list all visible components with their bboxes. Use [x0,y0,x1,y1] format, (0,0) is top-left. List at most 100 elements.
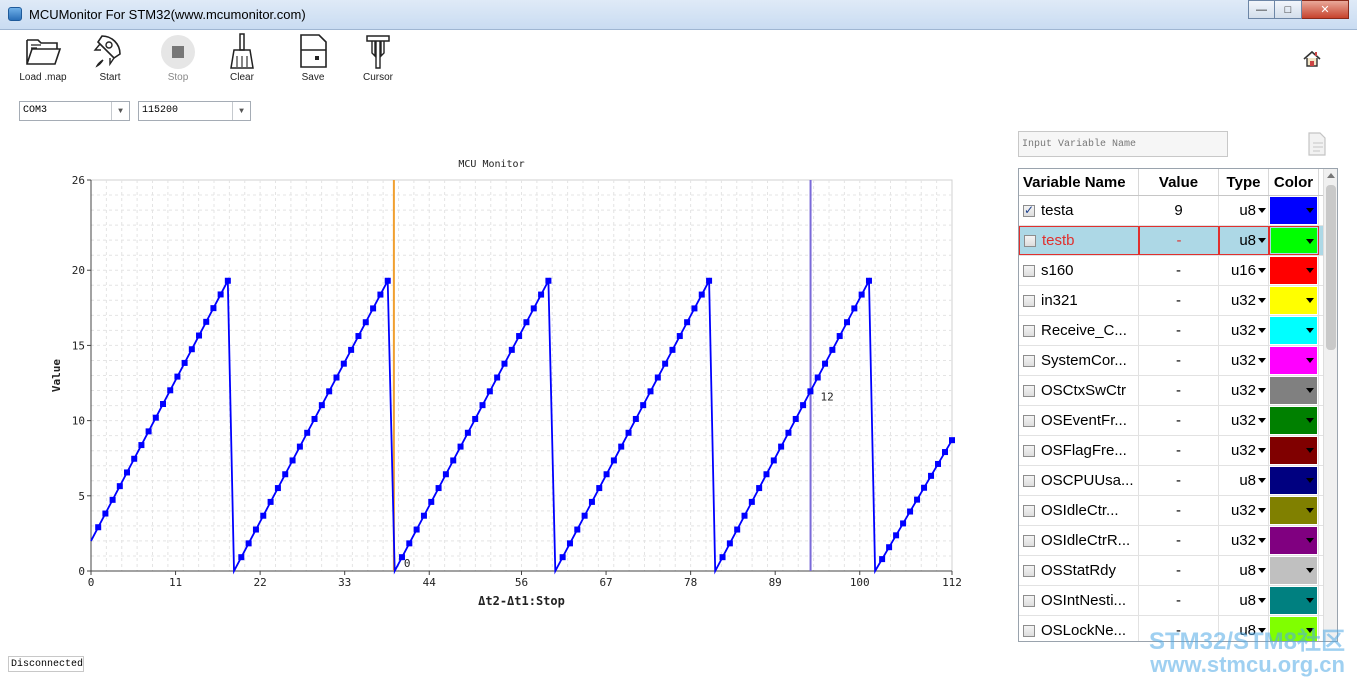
type-select[interactable]: u16 [1219,256,1269,285]
start-button[interactable]: Start [80,32,140,88]
home-icon[interactable] [1301,48,1323,70]
table-row[interactable]: s160 - u16 [1019,256,1337,286]
plot-checkbox[interactable] [1023,384,1035,397]
type-select[interactable]: u8 [1219,226,1269,255]
table-row[interactable]: in321 - u32 [1019,286,1337,316]
color-select[interactable] [1269,586,1319,615]
table-row[interactable]: OSIdleCtrR... - u32 [1019,526,1337,556]
header-color[interactable]: Color [1269,169,1319,195]
variable-name-cell[interactable]: OSCtxSwCtr [1019,376,1139,405]
variable-name-input[interactable]: Input Variable Name [1018,131,1228,157]
type-select[interactable]: u32 [1219,316,1269,345]
plot-checkbox[interactable] [1023,534,1035,547]
variable-name-cell[interactable]: OSIdleCtr... [1019,496,1139,525]
table-row[interactable]: OSEventFr... - u32 [1019,406,1337,436]
variable-name-cell[interactable]: OSEventFr... [1019,406,1139,435]
plot-checkbox[interactable] [1023,324,1035,337]
variable-value: - [1139,256,1219,285]
scroll-thumb[interactable] [1326,185,1336,350]
table-row[interactable]: testb - u8 [1019,226,1337,256]
color-select[interactable] [1269,256,1319,285]
color-select[interactable] [1269,196,1319,225]
type-select[interactable]: u8 [1219,196,1269,225]
add-variable-icon[interactable] [1305,131,1329,157]
plot-checkbox[interactable] [1023,504,1035,517]
table-row[interactable]: OSStatRdy - u8 [1019,556,1337,586]
color-select[interactable] [1269,286,1319,315]
plot-checkbox[interactable] [1023,203,1035,217]
color-select[interactable] [1269,316,1319,345]
plot-checkbox[interactable] [1023,264,1035,277]
color-select[interactable] [1269,436,1319,465]
variable-name-cell[interactable]: OSIntNesti... [1019,586,1139,615]
table-row[interactable]: OSIdleCtr... - u32 [1019,496,1337,526]
data-point [217,291,224,298]
type-select[interactable]: u32 [1219,526,1269,555]
type-select[interactable]: u32 [1219,406,1269,435]
plot-checkbox[interactable] [1023,474,1035,487]
variable-name-cell[interactable]: s160 [1019,256,1139,285]
variable-name-cell[interactable]: testa [1019,196,1139,225]
plot-checkbox[interactable] [1023,354,1035,367]
maximize-button[interactable]: □ [1275,0,1302,19]
com-port-select[interactable]: COM3 ▼ [19,101,130,121]
type-select[interactable]: u32 [1219,286,1269,315]
variable-name-cell[interactable]: testb [1019,226,1139,255]
type-select[interactable]: u32 [1219,346,1269,375]
variable-name-cell[interactable]: SystemCor... [1019,346,1139,375]
close-button[interactable]: ✕ [1302,0,1349,19]
type-select[interactable]: u32 [1219,436,1269,465]
scroll-up-icon[interactable] [1327,173,1335,178]
plot-checkbox[interactable] [1023,624,1035,637]
color-select[interactable] [1269,226,1319,255]
table-row[interactable]: OSCtxSwCtr - u32 [1019,376,1337,406]
table-row[interactable]: Receive_C... - u32 [1019,316,1337,346]
plot-checkbox[interactable] [1023,564,1035,577]
color-select[interactable] [1269,556,1319,585]
table-scrollbar[interactable] [1323,169,1337,641]
color-select[interactable] [1269,346,1319,375]
table-row[interactable]: testa 9 u8 [1019,196,1337,226]
plot-checkbox[interactable] [1023,444,1035,457]
table-row[interactable]: SystemCor... - u32 [1019,346,1337,376]
plot-checkbox[interactable] [1023,414,1035,427]
cursor-button[interactable]: Cursor [348,32,408,88]
type-select[interactable]: u8 [1219,556,1269,585]
table-row[interactable]: OSFlagFre... - u32 [1019,436,1337,466]
table-row[interactable]: OSIntNesti... - u8 [1019,586,1337,616]
color-select[interactable] [1269,376,1319,405]
variable-name-cell[interactable]: in321 [1019,286,1139,315]
plot-checkbox[interactable] [1023,294,1035,307]
data-point [942,449,949,456]
color-select[interactable] [1269,466,1319,495]
plot-checkbox[interactable] [1023,594,1035,607]
type-select[interactable]: u32 [1219,496,1269,525]
header-variable-name[interactable]: Variable Name [1019,169,1139,195]
variable-name-cell[interactable]: OSFlagFre... [1019,436,1139,465]
color-select[interactable] [1269,526,1319,555]
variable-name-cell[interactable]: OSIdleCtrR... [1019,526,1139,555]
variable-name-cell[interactable]: Receive_C... [1019,316,1139,345]
clear-button[interactable]: Clear [212,32,272,88]
variable-name-cell[interactable]: OSLockNe... [1019,616,1139,641]
variable-name-cell[interactable]: OSStatRdy [1019,556,1139,585]
type-select[interactable]: u32 [1219,376,1269,405]
header-value[interactable]: Value [1139,169,1219,195]
type-select[interactable]: u8 [1219,586,1269,615]
chart-area[interactable]: 0 11 22 33 44 56 67 78 89 100 112 0 5 10 15 20 26 MCU Mon… [0,150,990,620]
header-type[interactable]: Type [1219,169,1269,195]
line-chart[interactable]: 0 11 22 33 44 56 67 78 89 100 112 0 5 10 15 20 26 MCU Mon… [0,150,990,620]
save-button[interactable]: Save [283,32,343,88]
color-select[interactable] [1269,406,1319,435]
stop-button[interactable]: Stop [148,32,208,88]
load-map-button[interactable]: Load .map [13,32,73,88]
color-select[interactable] [1269,496,1319,525]
variable-value: 9 [1139,196,1219,225]
plot-checkbox[interactable] [1024,234,1036,247]
table-row[interactable]: OSCPUUsa... - u8 [1019,466,1337,496]
type-select[interactable]: u8 [1219,466,1269,495]
variable-name-cell[interactable]: OSCPUUsa... [1019,466,1139,495]
data-point [457,443,464,450]
minimize-button[interactable]: — [1248,0,1275,19]
baud-rate-select[interactable]: 115200 ▼ [138,101,251,121]
